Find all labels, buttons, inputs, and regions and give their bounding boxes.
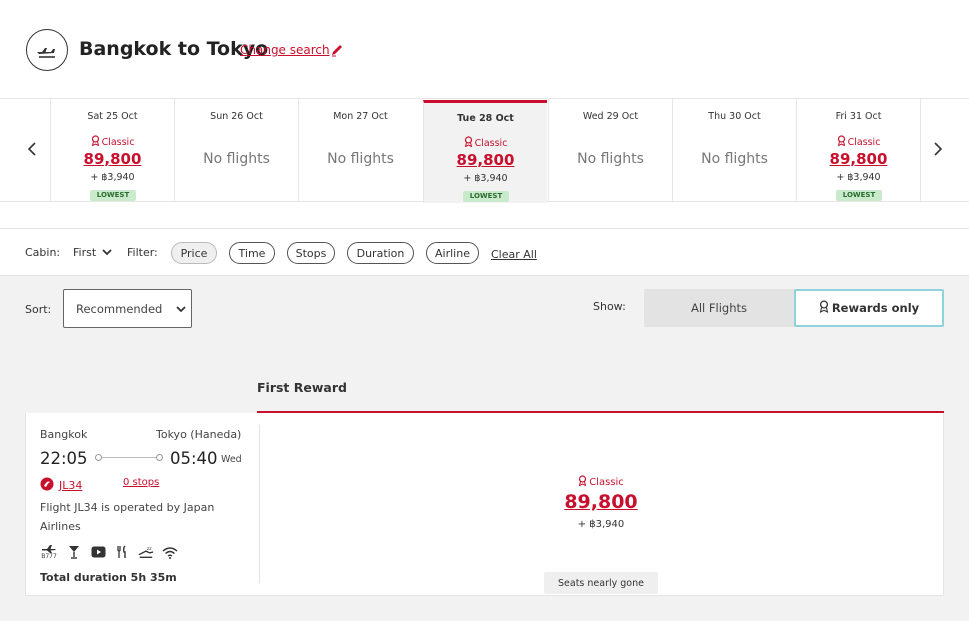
date-price[interactable]: 89,800 bbox=[797, 150, 920, 168]
arrive-time: 05:40 bbox=[170, 449, 218, 468]
plane-takeoff-icon bbox=[26, 29, 68, 71]
origin: Bangkok bbox=[40, 428, 88, 441]
lowest-badge: LOWEST bbox=[463, 191, 509, 202]
date-cell-tue-28[interactable]: Tue 28 Oct Classic 89,800 + ฿3,940 LOWES… bbox=[423, 100, 547, 203]
filter-time[interactable]: Time bbox=[229, 242, 275, 264]
chevron-down-icon bbox=[102, 246, 112, 259]
rewards-only-toggle[interactable]: Rewards only bbox=[794, 289, 944, 327]
show-toggle: All Flights Rewards only bbox=[644, 289, 944, 327]
all-flights-toggle[interactable]: All Flights bbox=[644, 289, 794, 327]
filter-bar: Cabin: First Filter: Price Time Stops Du… bbox=[0, 228, 969, 276]
section-title: First Reward bbox=[257, 380, 347, 395]
chevron-right-icon[interactable] bbox=[930, 139, 946, 159]
date-cell-sat-25[interactable]: Sat 25 Oct Classic 89,800 + ฿3,940 LOWES… bbox=[50, 99, 174, 201]
show-label: Show: bbox=[593, 300, 626, 313]
date-cell-wed-29[interactable]: Wed 29 Oct No flights bbox=[548, 99, 672, 201]
chevron-left-icon[interactable] bbox=[24, 139, 40, 159]
seats-badge: Seats nearly gone bbox=[544, 572, 658, 594]
flight-number-link[interactable]: JL34 bbox=[40, 477, 82, 494]
change-search-link[interactable]: Change search bbox=[240, 43, 330, 57]
svg-text:zz: zz bbox=[147, 547, 152, 552]
pencil-icon[interactable] bbox=[330, 42, 344, 57]
award-icon bbox=[837, 135, 846, 149]
amenities: B777 zz bbox=[40, 544, 178, 560]
depart-time: 22:05 bbox=[40, 449, 88, 468]
filter-airline[interactable]: Airline bbox=[426, 242, 479, 264]
date-carousel: Sat 25 Oct Classic 89,800 + ฿3,940 LOWES… bbox=[0, 98, 969, 203]
award-icon bbox=[91, 135, 100, 149]
date-cell-sun-26[interactable]: Sun 26 Oct No flights bbox=[174, 99, 298, 201]
route-line bbox=[95, 454, 163, 461]
filter-label: Filter: bbox=[127, 246, 158, 259]
cabin-label: Cabin: bbox=[25, 246, 61, 259]
flat-bed-icon: zz bbox=[138, 544, 154, 560]
aircraft-b777-icon: B777 bbox=[40, 544, 58, 560]
fare-tax: + ฿3,940 bbox=[577, 519, 625, 530]
lowest-badge: LOWEST bbox=[836, 190, 882, 201]
operated-by: Flight JL34 is operated by Japan Airline… bbox=[40, 501, 215, 533]
total-duration: Total duration 5h 35m bbox=[40, 571, 177, 584]
card-divider bbox=[259, 425, 260, 583]
date-cell-fri-31[interactable]: Fri 31 Oct Classic 89,800 + ฿3,940 LOWES… bbox=[796, 99, 920, 201]
sort-select[interactable]: Recommended bbox=[63, 289, 192, 328]
award-icon bbox=[819, 300, 829, 316]
sort-label: Sort: bbox=[25, 303, 52, 316]
date-cell-mon-27[interactable]: Mon 27 Oct No flights bbox=[298, 99, 422, 201]
stops-link[interactable]: 0 stops bbox=[123, 477, 159, 488]
date-price[interactable]: 89,800 bbox=[424, 151, 547, 169]
destination: Tokyo (Haneda) bbox=[156, 428, 242, 441]
date-price[interactable]: 89,800 bbox=[51, 150, 174, 168]
filter-duration[interactable]: Duration bbox=[347, 242, 414, 264]
arrive-day: Wed bbox=[221, 454, 242, 465]
chevron-down-icon bbox=[176, 302, 186, 316]
flight-card: Bangkok Tokyo (Haneda) 22:05 05:40 Wed J… bbox=[25, 413, 944, 596]
jal-logo-icon bbox=[40, 477, 54, 494]
fare-cabin: Classic bbox=[556, 475, 646, 489]
filter-stops[interactable]: Stops bbox=[287, 242, 335, 264]
drink-icon bbox=[66, 544, 82, 560]
video-icon bbox=[90, 544, 106, 560]
wifi-icon bbox=[162, 544, 178, 560]
filter-price[interactable]: Price bbox=[171, 242, 217, 264]
meal-icon bbox=[114, 544, 130, 560]
lowest-badge: LOWEST bbox=[90, 190, 136, 201]
fare-price[interactable]: 89,800 bbox=[546, 491, 656, 513]
award-icon bbox=[464, 136, 473, 150]
cabin-select[interactable]: First bbox=[73, 246, 112, 259]
clear-all-link[interactable]: Clear All bbox=[491, 248, 537, 261]
date-cell-thu-30[interactable]: Thu 30 Oct No flights bbox=[672, 99, 796, 201]
award-icon bbox=[578, 475, 587, 489]
